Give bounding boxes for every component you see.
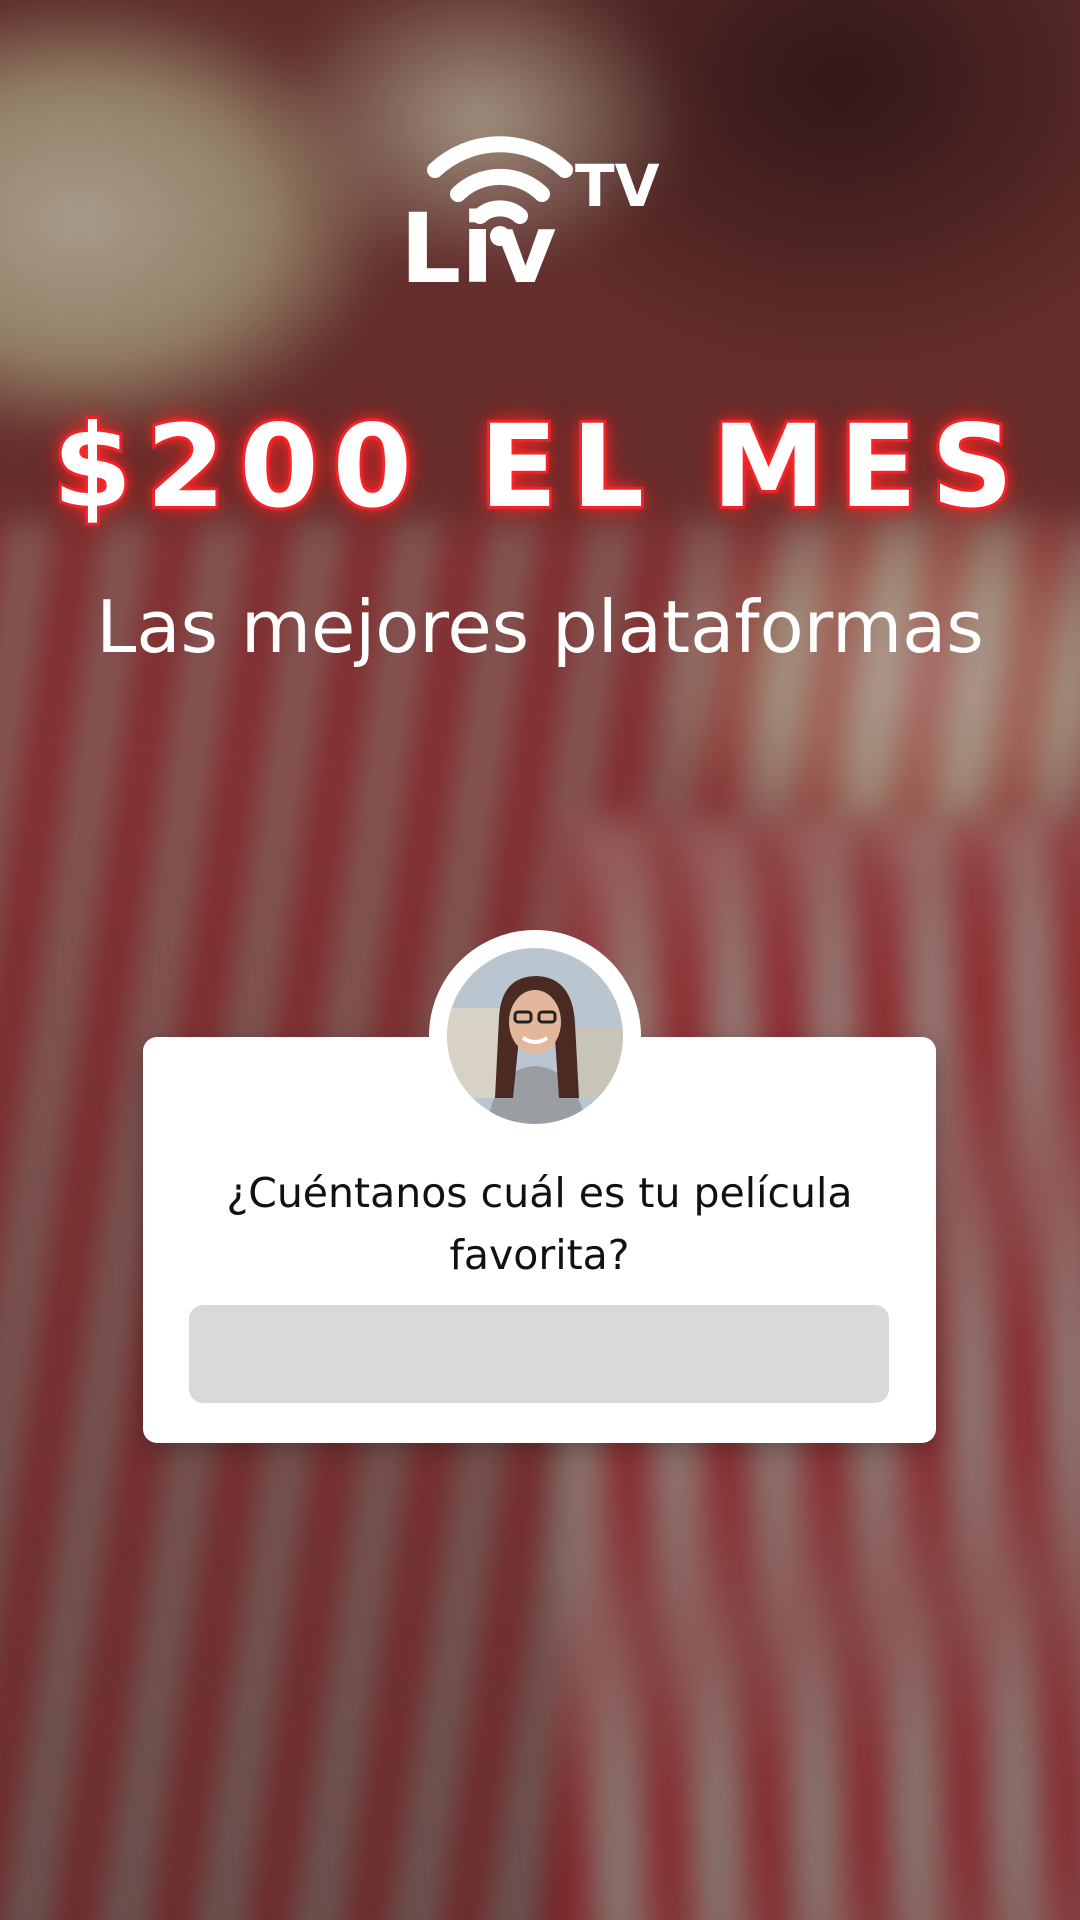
answer-input[interactable] [189, 1305, 889, 1403]
avatar [447, 948, 623, 1124]
logo-text: Liv [400, 193, 557, 290]
tagline: Las mejores plataformas [96, 585, 984, 669]
price-headline: $200 EL MES [50, 397, 1028, 536]
brand-logo: TV Liv [400, 110, 680, 305]
question-text: ¿Cuéntanos cuál es tu película favorita? [226, 1169, 853, 1279]
logo-superscript: TV [575, 152, 660, 220]
